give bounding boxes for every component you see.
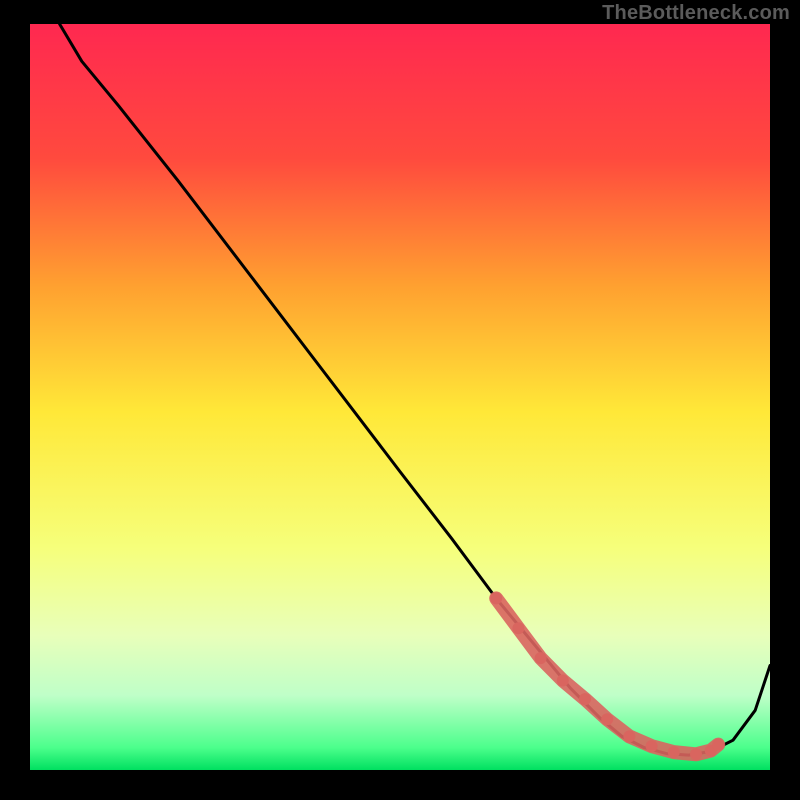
bottleneck-chart: TheBottleneck.com — [0, 0, 800, 800]
trough-dot — [601, 713, 613, 725]
trough-dot — [646, 740, 658, 752]
trough-dot — [579, 693, 591, 705]
chart-svg — [0, 0, 800, 800]
trough-dot — [712, 739, 724, 751]
watermark-text: TheBottleneck.com — [602, 2, 790, 25]
trough-dot — [512, 622, 524, 634]
trough-dot — [623, 730, 635, 742]
trough-dot — [690, 748, 702, 760]
trough-dot — [490, 592, 502, 604]
trough-dot — [668, 746, 680, 758]
trough-dot — [557, 675, 569, 687]
trough-dot — [535, 652, 547, 664]
